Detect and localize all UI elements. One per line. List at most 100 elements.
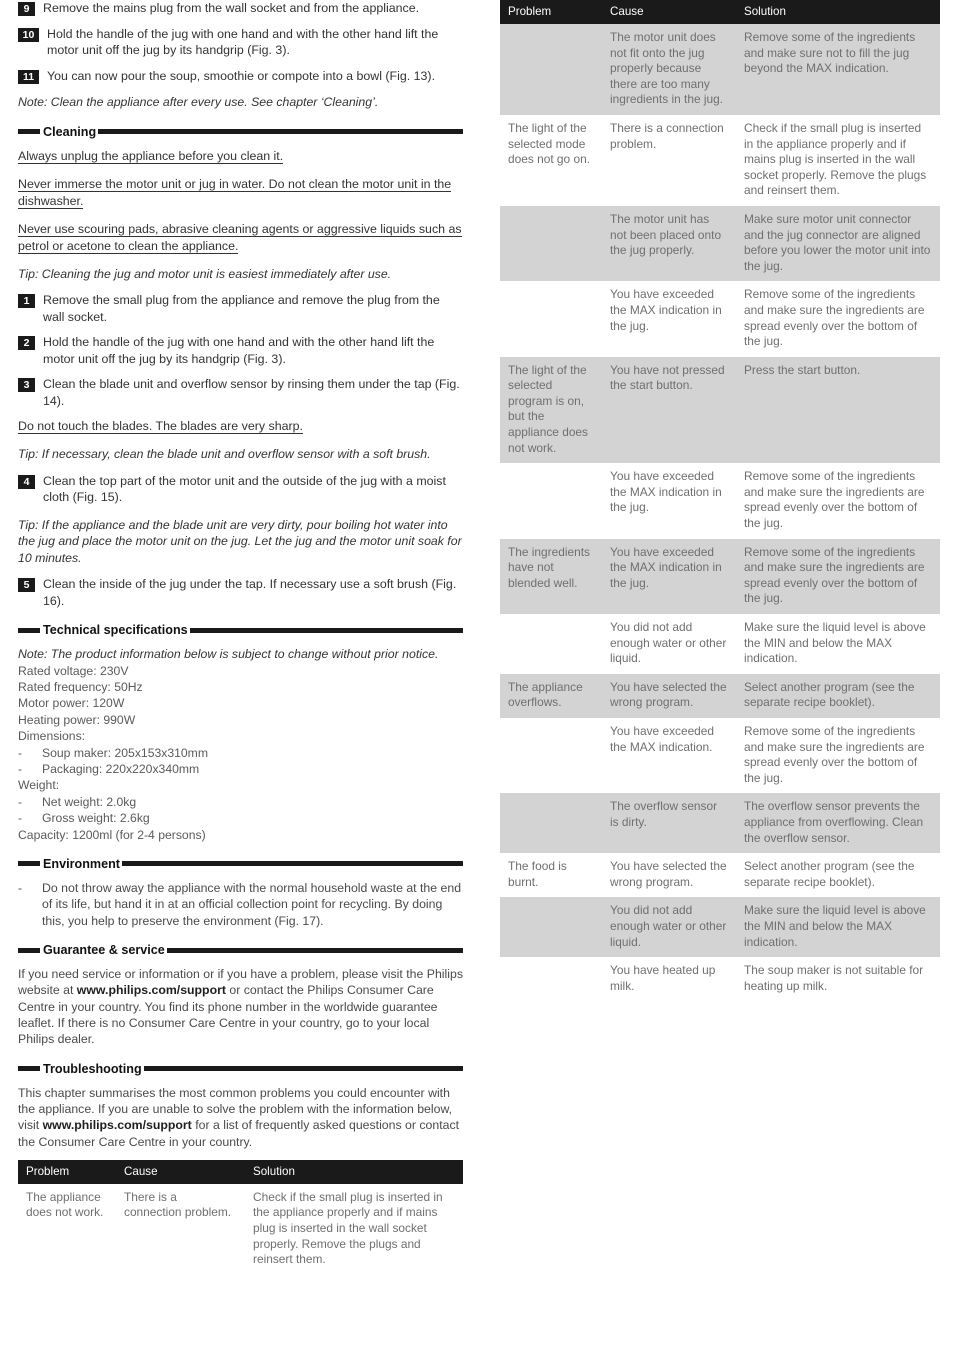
step-number-badge: 10 bbox=[18, 27, 39, 42]
cell-cause: You have exceeded the MAX indication in … bbox=[602, 538, 736, 614]
heading-bar-left bbox=[18, 129, 40, 134]
table-row: The appliance does not work. There is a … bbox=[18, 1183, 463, 1275]
step-number-badge: 3 bbox=[18, 378, 35, 392]
numbered-step: 4 Clean the top part of the motor unit a… bbox=[18, 473, 463, 506]
cell-solution: Press the start button. bbox=[736, 356, 940, 464]
dash-marker: - bbox=[18, 761, 23, 776]
cell-problem: The appliance overflows. bbox=[500, 673, 602, 718]
tip-boiling-water-soak: Tip: If the appliance and the blade unit… bbox=[18, 517, 462, 565]
cell-solution: Make sure the liquid level is above the … bbox=[736, 897, 940, 958]
warning-text: Always unplug the appliance before you c… bbox=[18, 148, 284, 163]
troubleshooting-table-right: Problem Cause Solution The motor unit do… bbox=[500, 0, 940, 1002]
cell-problem bbox=[500, 897, 602, 958]
cell-cause: You have heated up milk. bbox=[602, 957, 736, 1002]
heading-bar-right bbox=[189, 627, 463, 633]
heading-title: Troubleshooting bbox=[43, 1061, 142, 1076]
column-header-solution: Solution bbox=[736, 0, 940, 24]
spec-line: Soup maker: 205x153x310mm bbox=[42, 745, 208, 760]
tip-soft-brush: Tip: If necessary, clean the blade unit … bbox=[18, 447, 431, 461]
cell-cause: The overflow sensor is dirty. bbox=[602, 793, 736, 854]
step-text: Clean the blade unit and overflow sensor… bbox=[43, 377, 460, 408]
numbered-step: 1 Remove the small plug from the applian… bbox=[18, 292, 463, 325]
cell-problem bbox=[500, 957, 602, 1002]
cell-problem: The ingredients have not blended well. bbox=[500, 538, 602, 614]
step-number-badge: 4 bbox=[18, 474, 35, 489]
left-column: 9 Remove the mains plug from the wall so… bbox=[18, 0, 463, 1275]
cell-cause: You have exceeded the MAX indication in … bbox=[602, 463, 736, 539]
numbered-step: 11 You can now pour the soup, smoothie o… bbox=[18, 68, 463, 85]
cell-problem bbox=[500, 24, 602, 115]
cell-problem bbox=[500, 614, 602, 674]
cell-cause: You did not add enough water or other li… bbox=[602, 897, 736, 958]
cell-cause: You have selected the wrong program. bbox=[602, 673, 736, 718]
cell-solution: Select another program (see the separate… bbox=[736, 673, 940, 718]
cell-solution: Remove some of the ingredients and make … bbox=[736, 281, 940, 357]
heading-title: Cleaning bbox=[43, 124, 97, 139]
dash-marker: - bbox=[18, 794, 23, 809]
section-heading-environment: Environment bbox=[18, 857, 463, 871]
section-heading-technical-specifications: Technical specifications bbox=[18, 623, 463, 637]
cell-problem bbox=[500, 463, 602, 539]
cell-solution: Select another program (see the separate… bbox=[736, 853, 940, 898]
table-row: The motor unit has not been placed onto … bbox=[500, 205, 940, 282]
tech-spec-list: Rated voltage: 230V Rated frequency: 50H… bbox=[18, 663, 463, 843]
spec-line: Weight: bbox=[18, 778, 60, 793]
step-text: Hold the handle of the jug with one hand… bbox=[47, 26, 439, 58]
table-header-row: Problem Cause Solution bbox=[18, 1159, 463, 1184]
troubleshooting-table-left: Problem Cause Solution The appliance doe… bbox=[18, 1159, 463, 1275]
heading-title: Environment bbox=[43, 856, 120, 871]
philips-support-link[interactable]: www.philips.com/support bbox=[77, 983, 226, 997]
spec-line: Motor power: 120W bbox=[18, 696, 125, 711]
heading-title: Technical specifications bbox=[43, 623, 188, 637]
heading-bar-right bbox=[143, 1066, 463, 1072]
warning-never-scouring: Never use scouring pads, abrasive cleani… bbox=[18, 221, 463, 255]
philips-support-link[interactable]: www.philips.com/support bbox=[43, 1118, 192, 1132]
spec-line: Packaging: 220x220x340mm bbox=[42, 761, 200, 776]
table-row: The overflow sensor is dirty. The overflo… bbox=[500, 793, 940, 854]
table-row: You did not add enough water or other li… bbox=[500, 897, 940, 958]
cell-cause: The motor unit does not fit onto the jug… bbox=[602, 24, 736, 115]
spec-line: Net weight: 2.0kg bbox=[42, 794, 137, 809]
cell-solution: The overflow sensor prevents the applian… bbox=[736, 793, 940, 854]
step-number-badge: 1 bbox=[18, 294, 35, 308]
heading-bar-right bbox=[98, 129, 463, 134]
table-row: You have heated up milk. The soup maker i… bbox=[500, 957, 940, 1002]
warning-unplug: Always unplug the appliance before you c… bbox=[18, 148, 463, 165]
table-row: You have exceeded the MAX indication in … bbox=[500, 281, 940, 357]
cell-cause: There is a connection problem. bbox=[116, 1183, 245, 1275]
column-header-solution: Solution bbox=[245, 1159, 463, 1184]
table-row: The appliance overflows. You have selecte… bbox=[500, 673, 940, 718]
spec-line-dashed: - Net weight: 2.0kg bbox=[18, 794, 463, 810]
guarantee-paragraph: If you need service or information or if… bbox=[18, 966, 463, 1047]
warning-text: Never immerse the motor unit or jug in w… bbox=[18, 176, 452, 208]
tech-note: Note: The product information below is s… bbox=[18, 647, 439, 661]
cleaning-steps-b: 4 Clean the top part of the motor unit a… bbox=[18, 473, 463, 506]
numbered-step: 5 Clean the inside of the jug under the … bbox=[18, 576, 463, 609]
section-heading-troubleshooting: Troubleshooting bbox=[18, 1062, 463, 1076]
numbered-step: 2 Hold the handle of the jug with one ha… bbox=[18, 334, 463, 367]
spec-line-dashed: - Packaging: 220x220x340mm bbox=[18, 761, 463, 777]
cell-cause: You have exceeded the MAX indication in … bbox=[602, 281, 736, 357]
section-heading-guarantee-service: Guarantee & service bbox=[18, 943, 463, 957]
spec-line: Rated voltage: 230V bbox=[18, 663, 129, 678]
table-row: You have exceeded the MAX indication. Rem… bbox=[500, 717, 940, 794]
cell-solution: Remove some of the ingredients and make … bbox=[736, 538, 940, 614]
warning-never-immerse: Never immerse the motor unit or jug in w… bbox=[18, 176, 463, 210]
cell-cause: The motor unit has not been placed onto … bbox=[602, 205, 736, 282]
column-header-cause: Cause bbox=[602, 0, 736, 24]
table-header-row: Problem Cause Solution bbox=[500, 0, 940, 24]
step-text: Clean the inside of the jug under the ta… bbox=[43, 577, 457, 608]
cell-solution: The soup maker is not suitable for heati… bbox=[736, 957, 940, 1002]
column-header-problem: Problem bbox=[500, 0, 602, 24]
table-row: You did not add enough water or other li… bbox=[500, 614, 940, 674]
cell-problem bbox=[500, 281, 602, 357]
cell-problem: The light of the selected mode does not … bbox=[500, 114, 602, 206]
dash-marker: - bbox=[18, 811, 23, 826]
column-header-cause: Cause bbox=[116, 1159, 245, 1184]
cleaning-steps-c: 5 Clean the inside of the jug under the … bbox=[18, 576, 463, 609]
warning-blades-sharp: Do not touch the blades. The blades are … bbox=[18, 418, 463, 435]
numbered-step: 3 Clean the blade unit and overflow sens… bbox=[18, 376, 463, 409]
step-text: Clean the top part of the motor unit and… bbox=[43, 473, 446, 505]
step-text: Remove the mains plug from the wall sock… bbox=[43, 1, 420, 15]
heading-bar-left bbox=[18, 947, 40, 953]
